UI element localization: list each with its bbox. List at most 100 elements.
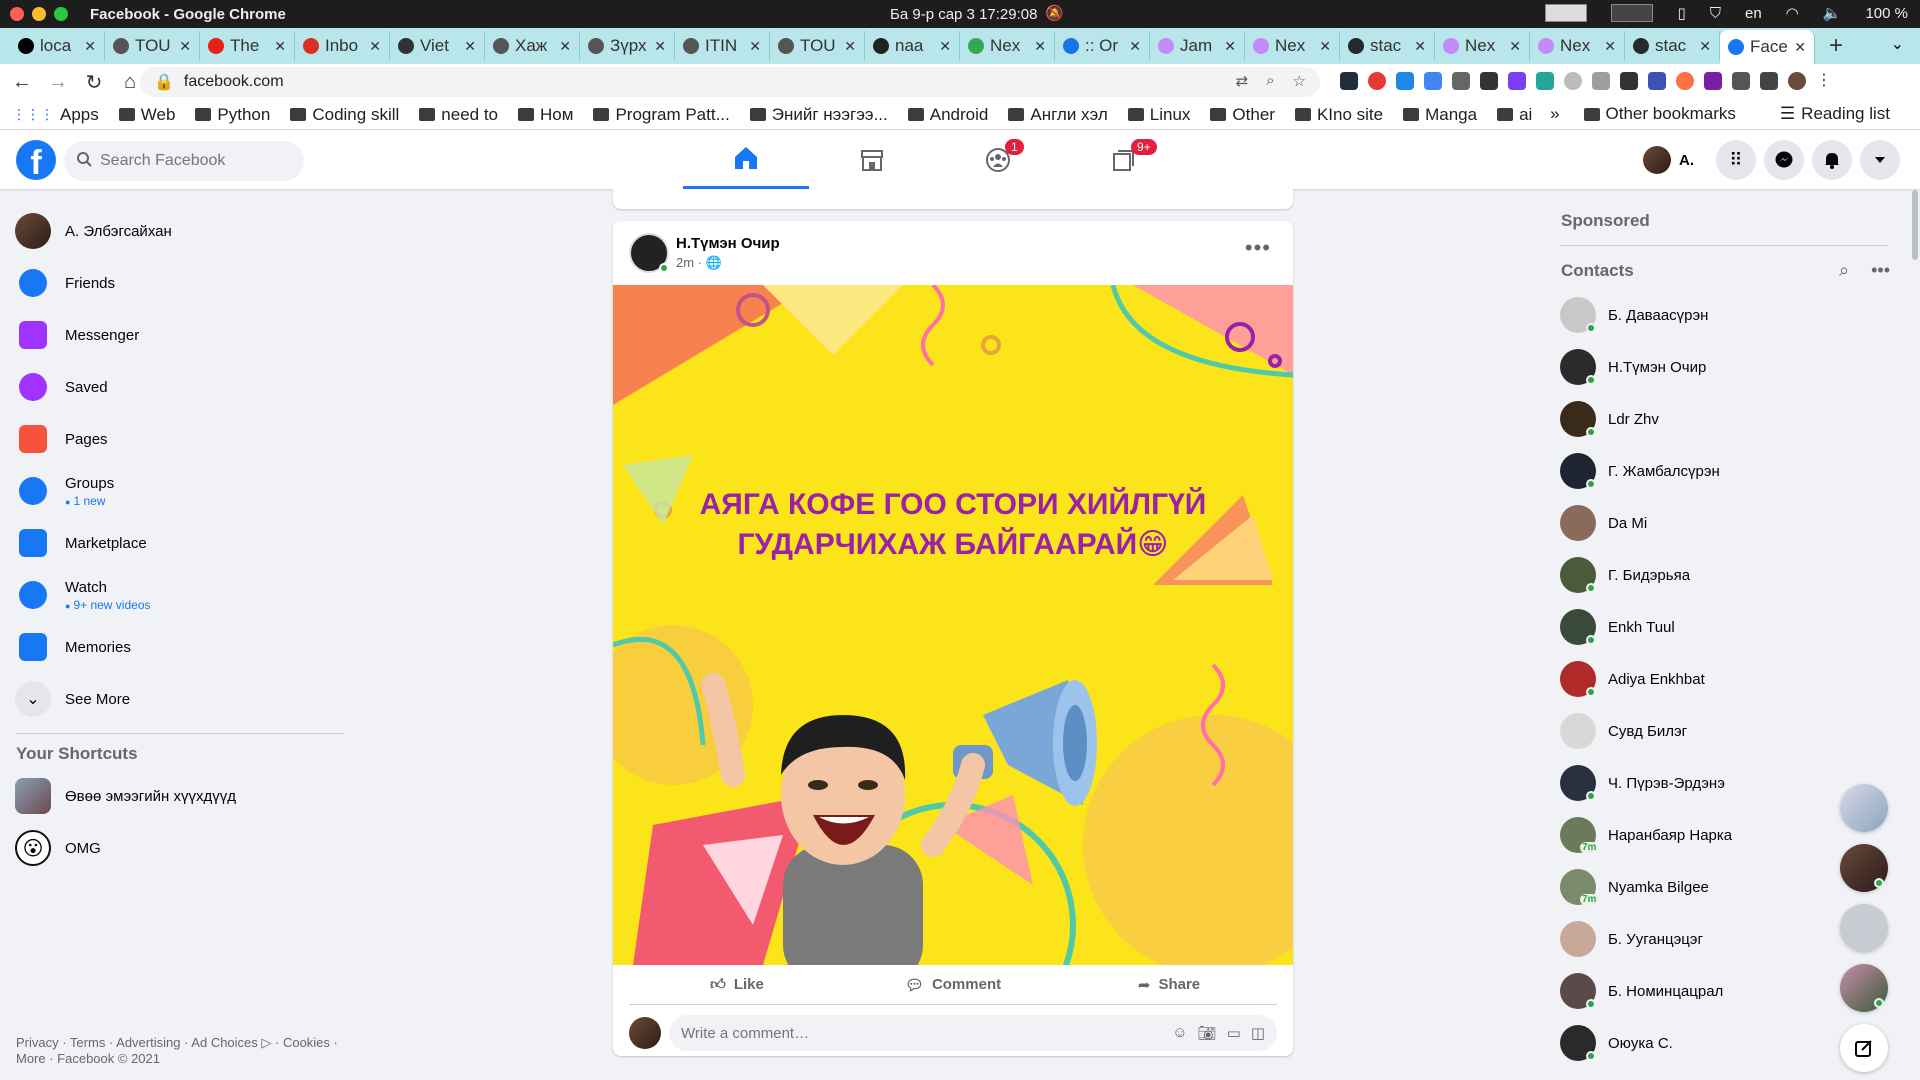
chat-head[interactable] xyxy=(1840,904,1888,952)
tab-17[interactable]: stac ✕ xyxy=(1625,31,1720,61)
extension-icon[interactable] xyxy=(1620,72,1638,90)
forward-button[interactable]: → xyxy=(44,71,72,94)
bookmark-folder[interactable]: Manga xyxy=(1403,105,1477,125)
translate-icon[interactable]: ⇄ xyxy=(1236,72,1249,90)
sidebar-item-see-more[interactable]: ⌄ See More xyxy=(0,673,360,725)
close-window-button[interactable] xyxy=(10,7,24,21)
other-bookmarks[interactable]: Other bookmarks xyxy=(1583,104,1736,124)
puzzle-icon[interactable] xyxy=(1732,72,1750,90)
tab-8[interactable]: TOU ✕ xyxy=(770,31,865,61)
post-image[interactable]: АЯГА КОФЕ ГОО СТОРИ ХИЙЛГҮЙ ГУДАРЧИХАЖ Б… xyxy=(613,285,1293,965)
sidebar-item-watch[interactable]: Watch 9+ new videos xyxy=(0,569,360,621)
extension-icon[interactable] xyxy=(1536,72,1554,90)
close-tab-icon[interactable]: ✕ xyxy=(1224,38,1236,55)
reading-list[interactable]: ☰ Reading list xyxy=(1780,104,1890,124)
facebook-logo-icon[interactable]: f xyxy=(16,140,56,182)
close-tab-icon[interactable]: ✕ xyxy=(1319,38,1331,55)
contact-item[interactable]: Г. Бидэрьяа xyxy=(1560,549,1900,601)
more-options-icon[interactable]: ••• xyxy=(1871,260,1890,281)
post-timestamp[interactable]: 2m · 🌐 xyxy=(676,255,722,271)
tab-15[interactable]: Nex ✕ xyxy=(1435,31,1530,61)
footer-line-2[interactable]: More · Facebook © 2021 xyxy=(16,1051,346,1067)
sidebar-item-messenger[interactable]: Messenger xyxy=(0,309,360,361)
menu-button[interactable]: ⠿ xyxy=(1716,140,1756,180)
workspace-1[interactable] xyxy=(1545,4,1588,22)
bookmark-folder[interactable]: Other xyxy=(1210,105,1275,125)
tab-0[interactable]: loca ✕ xyxy=(10,31,105,61)
tab-16[interactable]: Nex ✕ xyxy=(1530,31,1625,61)
notification-muted-icon[interactable]: 🔕 xyxy=(1045,4,1064,22)
gif-icon[interactable]: ▭ xyxy=(1227,1024,1241,1042)
comment-input[interactable] xyxy=(681,1024,1173,1042)
close-tab-icon[interactable]: ✕ xyxy=(1129,38,1141,55)
bookmark-folder[interactable]: Энийг нээгээ... xyxy=(749,105,888,125)
contact-item[interactable]: Б. Даваасүрэн xyxy=(1560,289,1900,341)
search-contacts-icon[interactable]: ⌕ xyxy=(1839,260,1849,281)
extension-icon[interactable] xyxy=(1676,72,1694,90)
shield-icon[interactable]: ⛉ xyxy=(1710,5,1721,22)
close-tab-icon[interactable]: ✕ xyxy=(749,38,761,55)
maximize-window-button[interactable] xyxy=(54,7,68,21)
sidebar-item-saved[interactable]: Saved xyxy=(0,361,360,413)
tab-5[interactable]: Хаж ✕ xyxy=(485,31,580,61)
tab-search-icon[interactable]: ⌄ xyxy=(1891,34,1904,54)
close-tab-icon[interactable]: ✕ xyxy=(1794,39,1806,56)
tab-7[interactable]: ITIN ✕ xyxy=(675,31,770,61)
extension-icon[interactable] xyxy=(1340,72,1358,90)
clock[interactable]: Ба 9-р сар 3 17:29:08 xyxy=(890,6,1037,23)
chat-head[interactable] xyxy=(1840,844,1888,892)
tab-1[interactable]: TOU ✕ xyxy=(105,31,200,61)
contact-item[interactable]: Da Mi xyxy=(1560,497,1900,549)
contact-item[interactable]: Сувд Билэг xyxy=(1560,705,1900,757)
back-button[interactable]: ← xyxy=(8,71,36,94)
close-tab-icon[interactable]: ✕ xyxy=(559,38,571,55)
bookmark-folder[interactable]: KIno site xyxy=(1294,105,1383,125)
tab-12[interactable]: Jam ✕ xyxy=(1150,31,1245,61)
extension-icon[interactable] xyxy=(1452,72,1470,90)
close-tab-icon[interactable]: ✕ xyxy=(84,38,96,55)
search-box[interactable] xyxy=(64,141,304,181)
tab-11[interactable]: :: Or ✕ xyxy=(1055,31,1150,61)
comment-button[interactable]: 💬︎ Comment xyxy=(845,965,1061,1004)
bookmark-folder[interactable]: Ном xyxy=(518,105,573,125)
bookmark-folder[interactable]: Android xyxy=(907,105,988,125)
nav-home[interactable] xyxy=(683,130,809,189)
tab-13[interactable]: Nex ✕ xyxy=(1245,31,1340,61)
bookmark-folder[interactable]: ai xyxy=(1497,105,1532,125)
bookmark-folder[interactable]: Web xyxy=(118,105,175,125)
extension-icon[interactable] xyxy=(1508,72,1526,90)
minimize-window-button[interactable] xyxy=(32,7,46,21)
scrollbar-thumb[interactable] xyxy=(1912,190,1918,260)
zoom-icon[interactable]: ⌕ xyxy=(1266,72,1274,90)
extension-icon[interactable] xyxy=(1704,72,1722,90)
new-tab-button[interactable]: + xyxy=(1829,32,1843,60)
bookmark-folder[interactable]: Program Patt... xyxy=(593,105,730,125)
chat-head[interactable] xyxy=(1840,964,1888,1012)
bookmark-folder[interactable]: need to xyxy=(419,105,498,125)
close-tab-icon[interactable]: ✕ xyxy=(1604,38,1616,55)
extension-icon[interactable] xyxy=(1592,72,1610,90)
translate-ext-icon[interactable] xyxy=(1424,72,1442,90)
contact-item[interactable]: Н.Түмэн Очир xyxy=(1560,341,1900,393)
volume-icon[interactable]: 🔈 xyxy=(1823,4,1842,22)
bookmarks-overflow-button[interactable]: » xyxy=(1550,104,1559,124)
profile-shortcut[interactable]: А. xyxy=(1643,146,1694,174)
shortcut-item[interactable]: Өвөө эмээгийн хүүхдүүд xyxy=(0,770,360,822)
url-text[interactable]: facebook.com xyxy=(184,73,284,91)
sidebar-item-[interactable]: А. Элбэгсайхан xyxy=(0,205,360,257)
close-tab-icon[interactable]: ✕ xyxy=(844,38,856,55)
tab-9[interactable]: naa ✕ xyxy=(865,31,960,61)
footer-line-1[interactable]: Privacy · Terms · Advertising · Ad Choic… xyxy=(16,1035,346,1051)
tab-18[interactable]: Face ✕ xyxy=(1720,30,1815,64)
reload-button[interactable]: ↻ xyxy=(80,70,108,95)
nav-marketplace[interactable] xyxy=(809,130,935,189)
share-button[interactable]: ➦ Share xyxy=(1061,965,1277,1004)
close-tab-icon[interactable]: ✕ xyxy=(274,38,286,55)
close-tab-icon[interactable]: ✕ xyxy=(1699,38,1711,55)
language-indicator[interactable]: en xyxy=(1745,5,1762,22)
contact-item[interactable]: Г. Жамбалсүрэн xyxy=(1560,445,1900,497)
close-tab-icon[interactable]: ✕ xyxy=(1414,38,1426,55)
nav-groups[interactable]: 1 xyxy=(935,130,1061,189)
messenger-button[interactable] xyxy=(1764,140,1804,180)
sidebar-item-friends[interactable]: Friends xyxy=(0,257,360,309)
